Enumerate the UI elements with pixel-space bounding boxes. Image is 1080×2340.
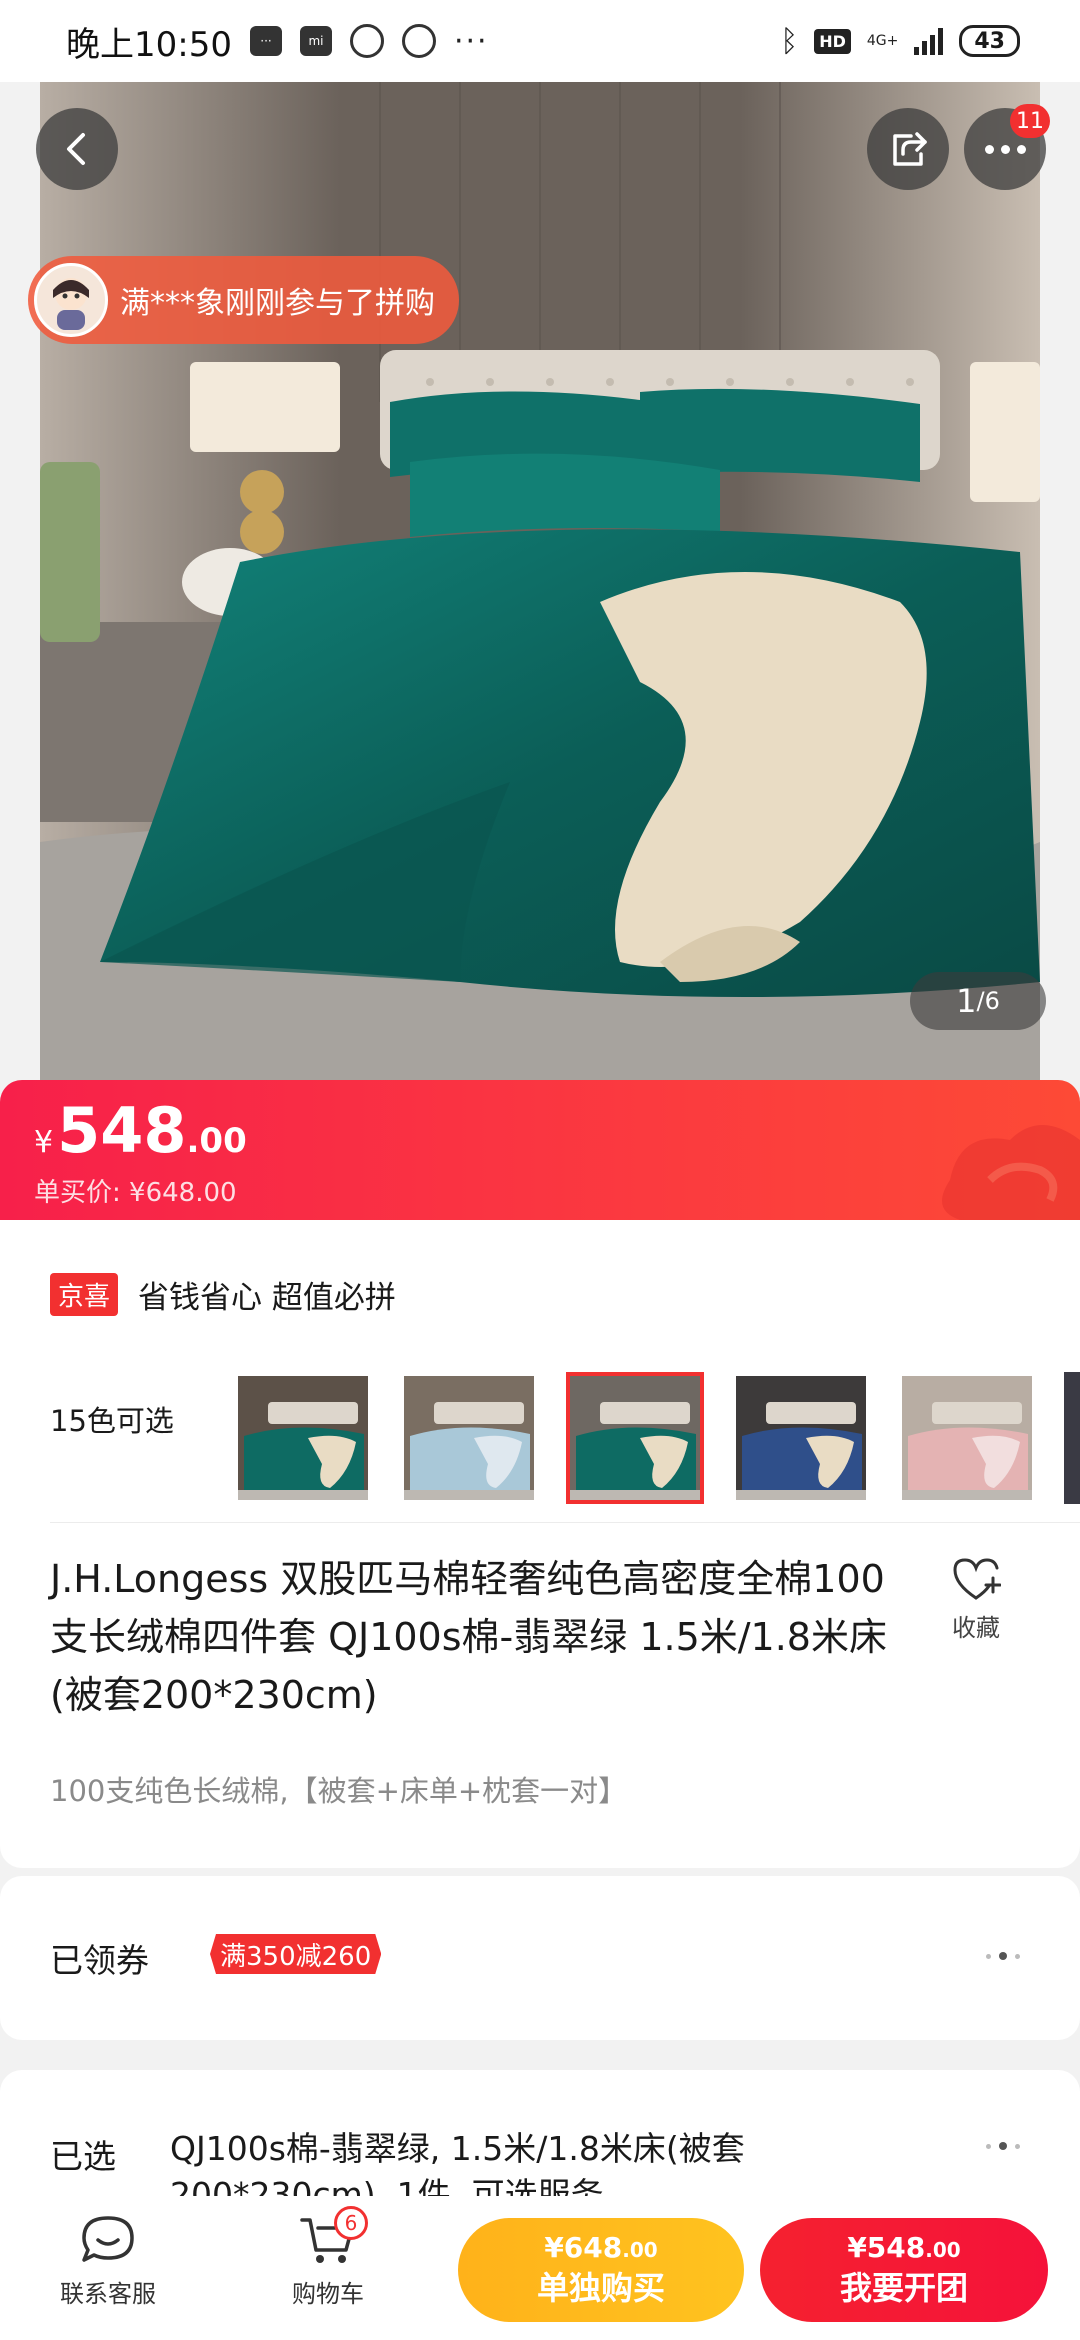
chevron-left-icon xyxy=(67,133,85,165)
price-banner: ¥ 548 .00 单买价: ¥648.00 xyxy=(0,1080,1080,1220)
product-image-carousel[interactable] xyxy=(40,82,1040,1082)
status-bar: 晚上10:50 ··· mi ··· ᛒ HD 4G+ 43 xyxy=(0,0,1080,82)
color-swatch-partial[interactable] xyxy=(1064,1372,1080,1504)
color-selector: 15色可选 xyxy=(0,1350,1080,1504)
coupon-more-icon[interactable] xyxy=(986,1952,1020,1960)
group-buy-price-int: ¥548 xyxy=(847,2231,926,2264)
network-type: 4G+ xyxy=(866,33,899,49)
coupon-card[interactable]: 已领券 满350减260 xyxy=(0,1876,1080,2040)
price-integer: 548 xyxy=(57,1094,187,1167)
color-swatch[interactable] xyxy=(400,1372,538,1504)
cart-button[interactable]: 6 购物车 xyxy=(292,2206,368,2309)
color-swatch[interactable] xyxy=(732,1372,870,1504)
product-info-card: 京喜 省钱省心 超值必拼 15色可选 J.H.Longess 双股匹马棉轻奢纯色… xyxy=(0,1220,1080,1868)
buy-alone-price-dec: .00 xyxy=(622,2238,658,2262)
cart-badge: 6 xyxy=(334,2206,368,2240)
status-left: 晚上10:50 ··· mi ··· xyxy=(66,17,489,66)
status-right: ᛒ HD 4G+ 43 xyxy=(780,24,1020,59)
color-swatch[interactable] xyxy=(898,1372,1036,1504)
heart-plus-icon xyxy=(953,1558,1001,1600)
start-group-button[interactable]: ¥548.00 我要开团 xyxy=(760,2218,1048,2322)
coupon-label: 已领券 xyxy=(50,1941,149,1980)
color-swatch[interactable] xyxy=(234,1372,372,1504)
image-counter-total: /6 xyxy=(976,987,1000,1015)
group-buy-label: 我要开团 xyxy=(839,2269,968,2307)
group-buy-price: ¥548.00 xyxy=(847,2231,960,2267)
status-time: 晚上10:50 xyxy=(66,24,232,65)
toast-text: 满***象刚刚参与了拼购 xyxy=(120,286,435,321)
buy-alone-price-int: ¥648 xyxy=(544,2231,623,2264)
cart-label: 购物车 xyxy=(292,2280,364,2308)
message-icon: ··· xyxy=(249,26,282,56)
more-badge: 11 xyxy=(1010,104,1050,138)
back-button[interactable] xyxy=(36,108,118,190)
buy-alone-button[interactable]: ¥648.00 单独购买 xyxy=(458,2218,744,2322)
more-icon xyxy=(984,144,1026,154)
selected-label: 已选 xyxy=(50,2137,116,2176)
notification-icon xyxy=(349,24,384,58)
hd-icon: HD xyxy=(814,28,851,54)
buy-alone-price: ¥648.00 xyxy=(544,2231,657,2267)
share-icon xyxy=(893,132,927,166)
signal-icon xyxy=(914,27,944,55)
battery-indicator: 43 xyxy=(959,25,1020,57)
product-subtitle: 100支纯色长绒棉,【被套+床单+枕套一对】 xyxy=(50,1774,628,1808)
chat-icon xyxy=(82,2216,134,2262)
single-price: 单买价: ¥648.00 xyxy=(34,1178,237,1208)
promo-row: 京喜 省钱省心 超值必拼 xyxy=(50,1272,396,1317)
group-buy-toast: 满***象刚刚参与了拼购 xyxy=(28,256,459,344)
divider xyxy=(50,1522,1080,1523)
bedding-photo xyxy=(40,82,1040,1082)
product-title: J.H.Longess 双股匹马棉轻奢纯色高密度全棉100支长绒棉四件套 QJ1… xyxy=(50,1557,887,1717)
notification-icon-2 xyxy=(401,24,436,58)
customer-service-label: 联系客服 xyxy=(60,2280,156,2308)
group-price: ¥ 548 .00 xyxy=(34,1094,247,1167)
image-counter: 1/6 xyxy=(910,972,1046,1030)
product-detail-page: 晚上10:50 ··· mi ··· ᛒ HD 4G+ 43 11 满***象刚… xyxy=(0,0,1080,2340)
more-button[interactable]: 11 xyxy=(964,104,1050,190)
color-swatch[interactable] xyxy=(566,1372,704,1504)
coupon-tag: 满350减260 xyxy=(210,1934,381,1974)
buy-alone-label: 单独购买 xyxy=(536,2269,665,2307)
group-buy-price-dec: .00 xyxy=(925,2238,961,2262)
color-count-label: 15色可选 xyxy=(50,1404,174,1438)
customer-service-button[interactable]: 联系客服 xyxy=(60,2214,156,2309)
image-counter-current: 1 xyxy=(956,982,977,1020)
jingxi-tag: 京喜 xyxy=(50,1273,119,1316)
decorative-cloud-icon xyxy=(942,1125,1080,1220)
promo-text: 省钱省心 超值必拼 xyxy=(138,1280,396,1316)
bluetooth-icon: ᛒ xyxy=(780,23,799,59)
mi-app-icon: mi xyxy=(299,26,332,56)
avatar xyxy=(34,263,108,337)
selected-more-icon[interactable] xyxy=(986,2142,1020,2150)
favorite-label: 收藏 xyxy=(952,1614,1000,1642)
price-decimal: .00 xyxy=(186,1121,247,1161)
price-currency: ¥ xyxy=(34,1125,54,1160)
share-button[interactable] xyxy=(867,108,949,190)
favorite-button[interactable]: 收藏 xyxy=(944,1556,1008,1643)
more-notifications-icon: ··· xyxy=(453,23,489,59)
